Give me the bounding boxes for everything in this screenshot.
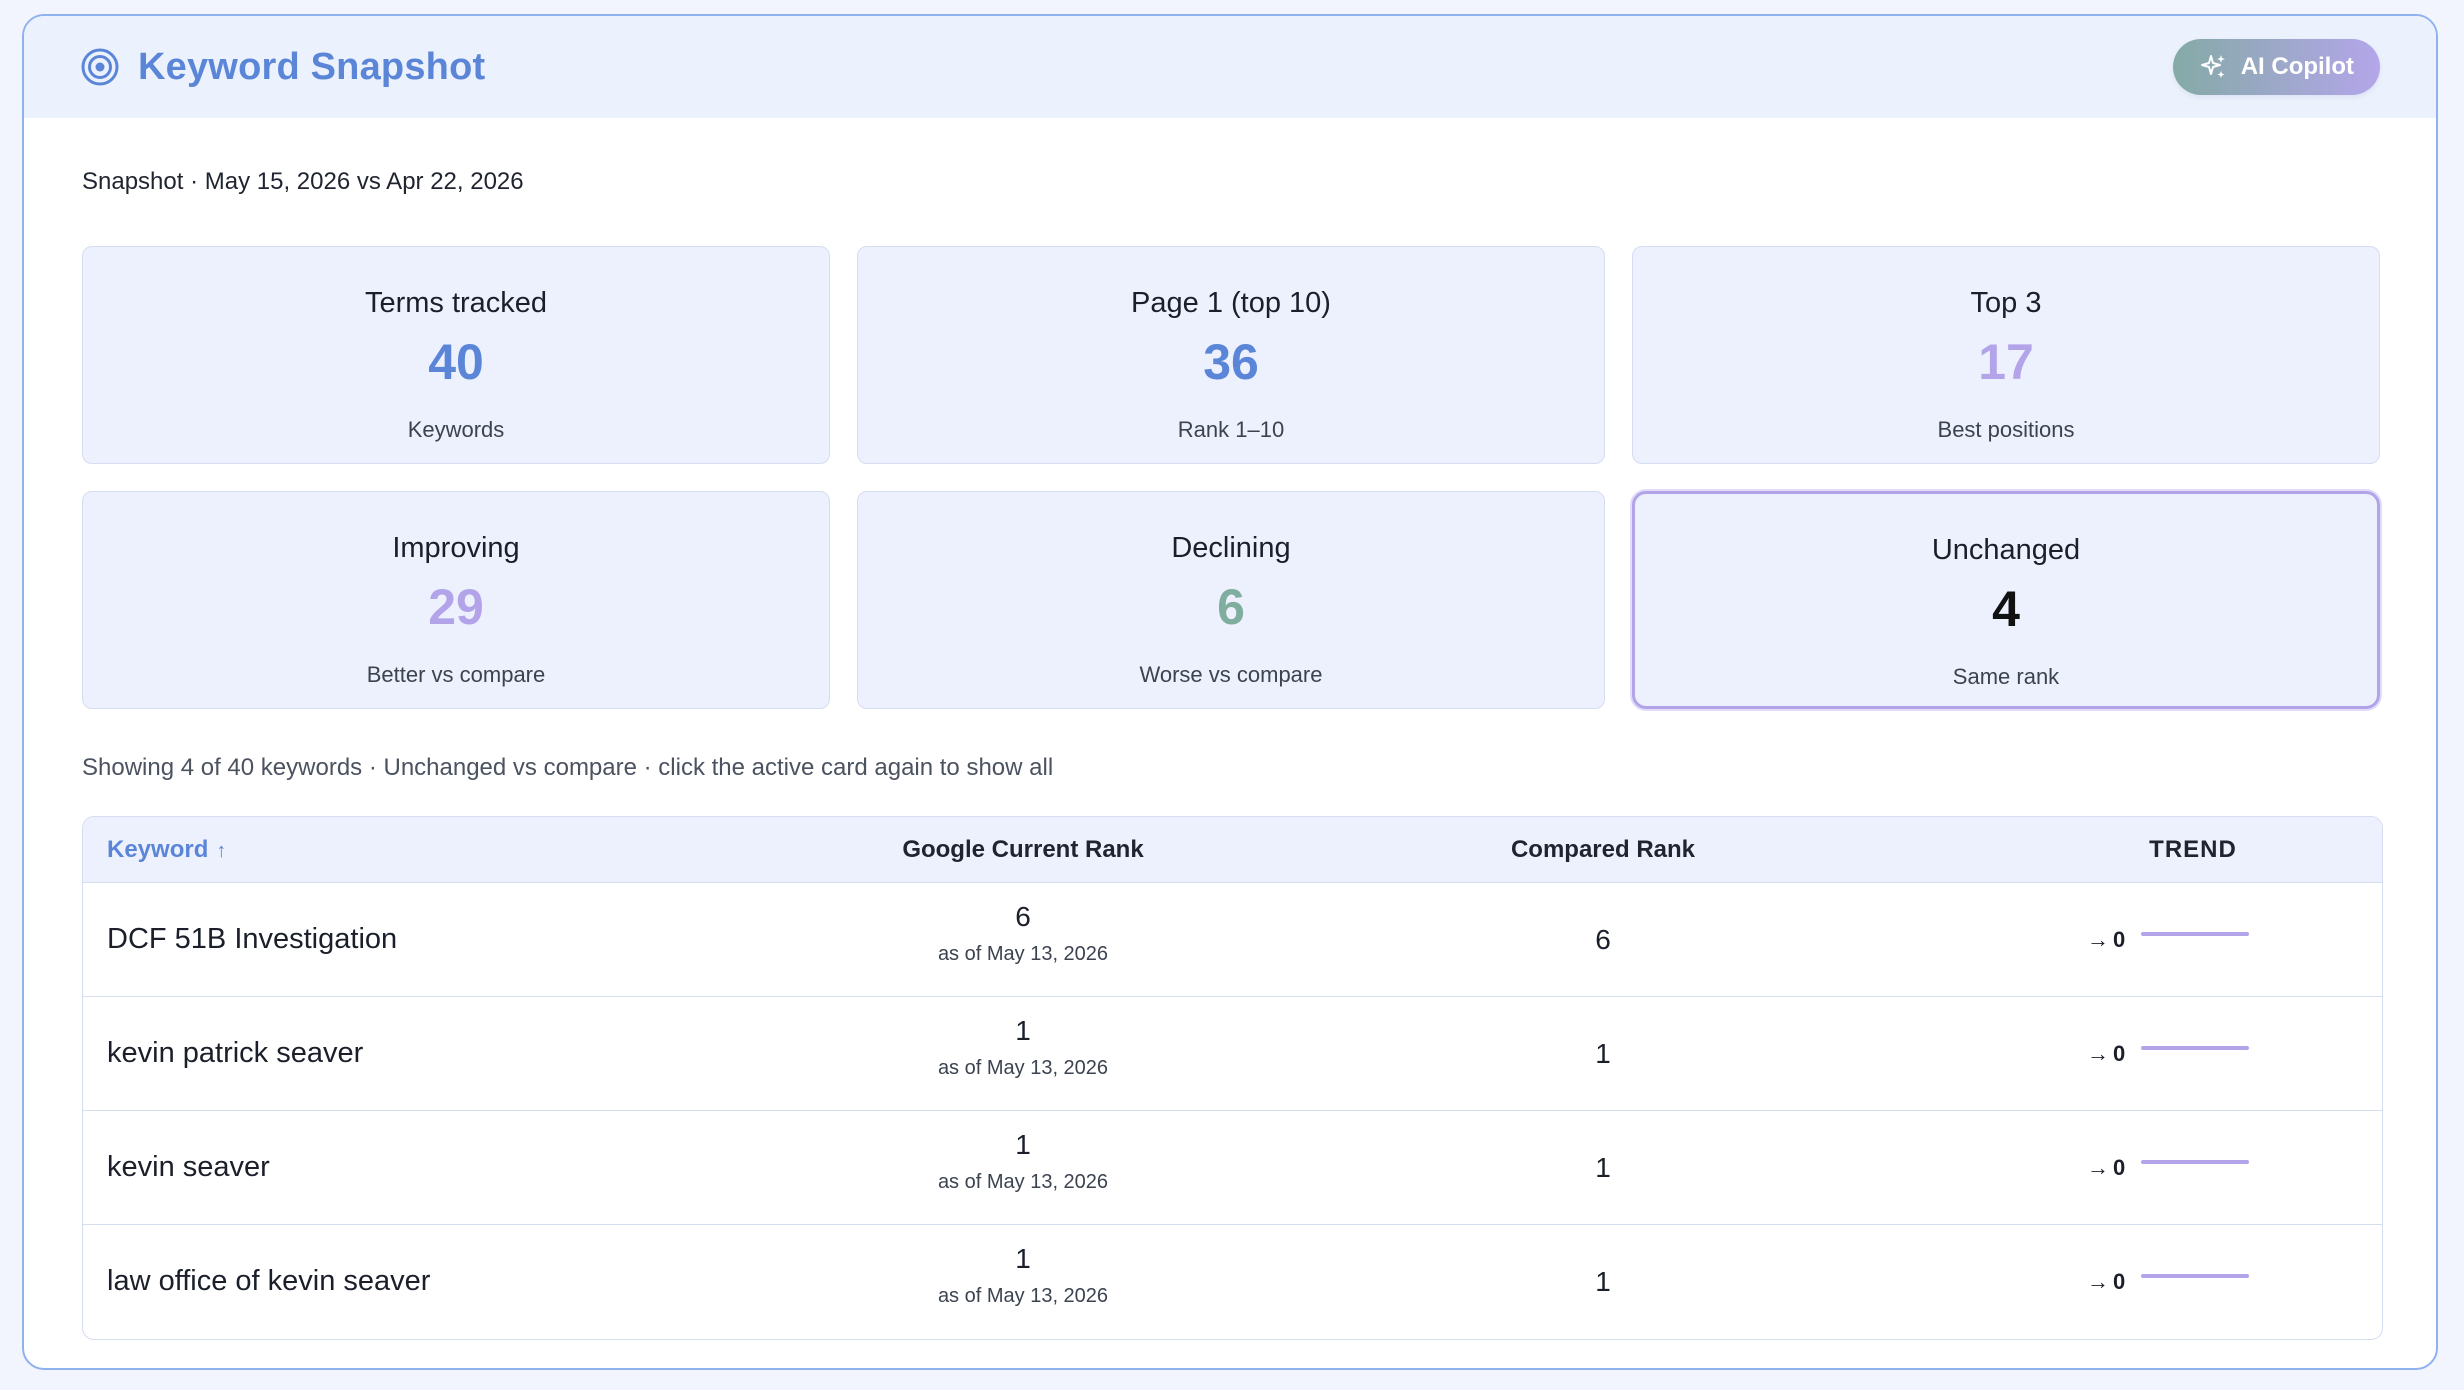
trend-delta: → 0 xyxy=(2087,1041,2125,1067)
trend-delta-value: 0 xyxy=(2113,1268,2126,1294)
stat-value: 6 xyxy=(1217,579,1245,635)
trend-sparkline xyxy=(2141,1273,2250,1278)
panel-header: Keyword Snapshot AI Copilot xyxy=(24,16,2436,118)
table-row[interactable]: law office of kevin seaver 1 as of May 13,… xyxy=(83,1225,2382,1338)
current-rank-cell: 1 as of May 13, 2026 xyxy=(823,1015,1223,1080)
arrow-right-icon: → xyxy=(2087,1268,2109,1294)
trend-cell: → 0 xyxy=(2087,883,2250,996)
arrow-right-icon: → xyxy=(2087,1040,2109,1066)
keywords-table: Keyword ↑ Google Current Rank Compared Ra… xyxy=(82,816,2383,1340)
keyword-cell: DCF 51B Investigation xyxy=(107,923,398,955)
trend-cell: → 0 xyxy=(2087,1225,2250,1338)
sparkles-icon xyxy=(2200,55,2225,78)
keyword-header-label: Keyword xyxy=(107,836,209,863)
stat-value: 29 xyxy=(428,579,484,635)
current-rank-cell: 6 as of May 13, 2026 xyxy=(823,901,1223,966)
current-rank-date: as of May 13, 2026 xyxy=(937,1057,1109,1079)
arrow-right-icon: → xyxy=(2087,926,2109,952)
stat-label: Page 1 (top 10) xyxy=(1131,287,1331,319)
current-rank-date: as of May 13, 2026 xyxy=(937,943,1109,965)
trend-delta-value: 0 xyxy=(2113,1040,2126,1066)
current-rank-value: 1 xyxy=(1015,1015,1031,1046)
arrow-right-icon: → xyxy=(2087,1154,2109,1180)
table-body: DCF 51B Investigation 6 as of May 13, 2026… xyxy=(83,883,2382,1338)
stat-card-declining[interactable]: Declining 6 Worse vs compare xyxy=(857,491,1605,709)
current-rank-column-header[interactable]: Google Current Rank xyxy=(823,817,1223,882)
trend-column-header: TREND xyxy=(2149,836,2237,863)
stat-label: Improving xyxy=(392,532,520,564)
stat-label: Terms tracked xyxy=(364,287,548,319)
keyword-cell: law office of kevin seaver xyxy=(107,1265,431,1297)
compared-rank-column-header[interactable]: Compared Rank xyxy=(1403,817,1803,882)
page-title: Keyword Snapshot xyxy=(138,45,486,88)
target-icon xyxy=(81,48,119,86)
current-rank-value: 6 xyxy=(1015,901,1031,932)
stat-label: Unchanged xyxy=(1931,534,2081,566)
table-row[interactable]: DCF 51B Investigation 6 as of May 13, 2026… xyxy=(83,883,2382,997)
compared-rank-cell: 1 xyxy=(1595,1266,1611,1297)
stat-sublabel: Keywords xyxy=(407,417,505,442)
trend-cell: → 0 xyxy=(2087,1111,2250,1224)
keyword-cell: kevin patrick seaver xyxy=(107,1037,364,1069)
stat-value: 40 xyxy=(428,334,484,390)
stat-sublabel: Rank 1–10 xyxy=(1177,417,1285,442)
trend-delta-value: 0 xyxy=(2113,1154,2126,1180)
keyword-cell: kevin seaver xyxy=(107,1151,270,1183)
current-rank-date: as of May 13, 2026 xyxy=(937,1171,1109,1193)
ai-copilot-label: AI Copilot xyxy=(2240,53,2354,80)
stat-value: 4 xyxy=(1992,581,2020,637)
stat-label: Declining xyxy=(1171,532,1291,564)
current-rank-cell: 1 as of May 13, 2026 xyxy=(823,1129,1223,1194)
stat-sublabel: Same rank xyxy=(1952,664,2060,689)
keyword-column-header[interactable]: Keyword ↑ xyxy=(107,817,226,882)
current-rank-value: 1 xyxy=(1015,1129,1031,1160)
compared-rank-cell: 1 xyxy=(1595,1038,1611,1069)
trend-sparkline xyxy=(2141,1159,2250,1164)
current-rank-cell: 1 as of May 13, 2026 xyxy=(823,1243,1223,1308)
stat-sublabel: Better vs compare xyxy=(366,662,546,687)
stat-sublabel: Best positions xyxy=(1937,417,2075,442)
stat-card-improving[interactable]: Improving 29 Better vs compare xyxy=(82,491,830,709)
stat-card-top-3[interactable]: Top 3 17 Best positions xyxy=(1632,246,2380,464)
stat-card-terms-tracked[interactable]: Terms tracked 40 Keywords xyxy=(82,246,830,464)
table-row[interactable]: kevin seaver 1 as of May 13, 2026 1 → 0 xyxy=(83,1111,2382,1225)
snapshot-date-range: Snapshot · May 15, 2026 vs Apr 22, 2026 xyxy=(82,168,524,195)
table-header: Keyword ↑ Google Current Rank Compared Ra… xyxy=(83,817,2382,883)
trend-cell: → 0 xyxy=(2087,997,2250,1110)
filter-status-text: Showing 4 of 40 keywords · Unchanged vs … xyxy=(82,754,1054,781)
stat-card-page-1[interactable]: Page 1 (top 10) 36 Rank 1–10 xyxy=(857,246,1605,464)
title-group: Keyword Snapshot xyxy=(80,46,485,89)
trend-sparkline xyxy=(2141,931,2250,936)
trend-delta: → 0 xyxy=(2087,1269,2125,1295)
keyword-snapshot-panel: Keyword Snapshot AI Copilot Snapshot · M… xyxy=(22,14,2438,1370)
current-rank-date: as of May 13, 2026 xyxy=(937,1285,1109,1307)
stat-card-unchanged[interactable]: Unchanged 4 Same rank xyxy=(1632,491,2380,709)
stat-label: Top 3 xyxy=(1970,287,2042,319)
trend-sparkline xyxy=(2141,1045,2250,1050)
ai-copilot-button[interactable]: AI Copilot xyxy=(2172,39,2380,95)
arrow-up-icon: ↑ xyxy=(216,840,227,862)
compared-rank-cell: 6 xyxy=(1595,924,1611,955)
trend-delta: → 0 xyxy=(2087,927,2125,953)
current-rank-value: 1 xyxy=(1015,1243,1031,1274)
trend-delta-value: 0 xyxy=(2113,926,2126,952)
stat-sublabel: Worse vs compare xyxy=(1139,662,1323,687)
stat-value: 17 xyxy=(1978,334,2034,390)
table-row[interactable]: kevin patrick seaver 1 as of May 13, 2026 1… xyxy=(83,997,2382,1111)
stat-value: 36 xyxy=(1203,334,1259,390)
trend-delta: → 0 xyxy=(2087,1155,2125,1181)
compared-rank-cell: 1 xyxy=(1595,1152,1611,1183)
